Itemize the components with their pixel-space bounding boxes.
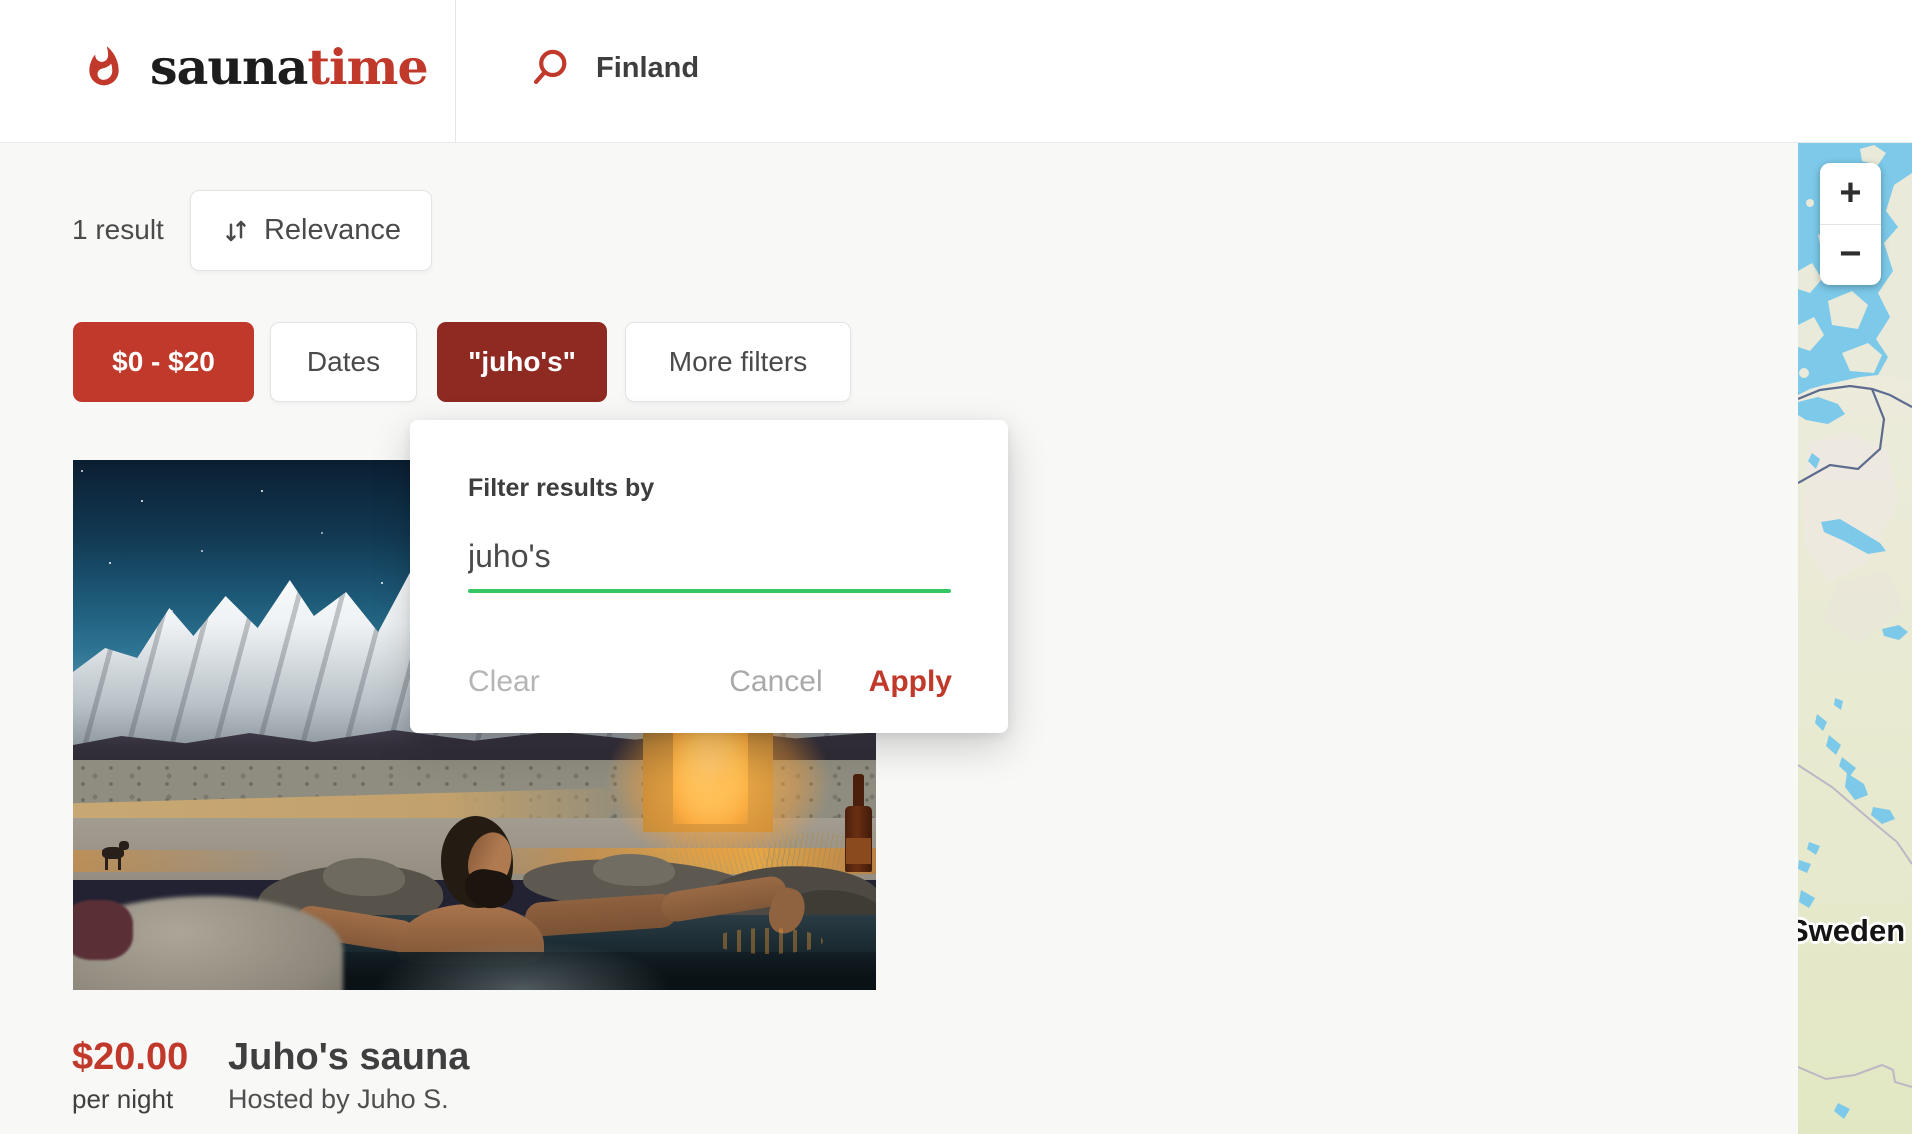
photo-water-glint xyxy=(713,928,823,954)
filter-more-button[interactable]: More filters xyxy=(625,322,851,402)
filter-price-button[interactable]: $0 - $20 xyxy=(73,322,254,402)
listing-title[interactable]: Juho's sauna xyxy=(228,1036,469,1079)
listing-price-unit: per night xyxy=(72,1084,173,1115)
search-icon xyxy=(528,46,572,90)
map-panel[interactable]: Sweden + − xyxy=(1798,143,1912,1134)
photo-rock xyxy=(593,854,675,886)
zoom-in-button[interactable]: + xyxy=(1820,163,1881,225)
cancel-button[interactable]: Cancel xyxy=(729,665,822,699)
app-header: saunatime Finland xyxy=(0,0,1912,143)
filter-query-button[interactable]: "juho's" xyxy=(437,322,607,402)
sort-button[interactable]: Relevance xyxy=(190,190,432,271)
input-underline xyxy=(468,589,951,593)
photo-towel xyxy=(73,900,133,960)
map-country-label: Sweden xyxy=(1798,913,1905,949)
popover-actions: Clear Cancel Apply xyxy=(468,660,952,704)
filter-query-input[interactable] xyxy=(468,525,951,587)
listing-price: $20.00 xyxy=(72,1036,188,1079)
search-input[interactable]: Finland xyxy=(528,46,1428,90)
sort-label: Relevance xyxy=(264,214,401,247)
photo-bottle-label xyxy=(846,838,871,864)
popover-title: Filter results by xyxy=(468,474,654,503)
brand-name: saunatime xyxy=(150,43,428,92)
apply-button[interactable]: Apply xyxy=(869,665,952,699)
header-divider xyxy=(455,0,456,143)
sort-arrows-icon xyxy=(221,216,251,246)
map-terrain xyxy=(1798,143,1912,1134)
filter-popover: Filter results by Clear Cancel Apply xyxy=(410,420,1008,733)
photo-steam xyxy=(373,940,673,990)
search-query[interactable]: Finland xyxy=(596,52,699,85)
brand-logo[interactable]: saunatime xyxy=(82,40,428,94)
map-zoom-control: + − xyxy=(1820,163,1881,285)
filter-dates-button[interactable]: Dates xyxy=(270,322,417,402)
photo-stars xyxy=(81,470,83,472)
flame-icon xyxy=(82,40,126,94)
photo-dog xyxy=(100,840,130,872)
photo-rock xyxy=(323,858,405,896)
clear-button[interactable]: Clear xyxy=(468,665,540,699)
zoom-out-button[interactable]: − xyxy=(1820,225,1881,286)
results-count: 1 result xyxy=(72,214,164,246)
listing-host: Hosted by Juho S. xyxy=(228,1084,449,1115)
